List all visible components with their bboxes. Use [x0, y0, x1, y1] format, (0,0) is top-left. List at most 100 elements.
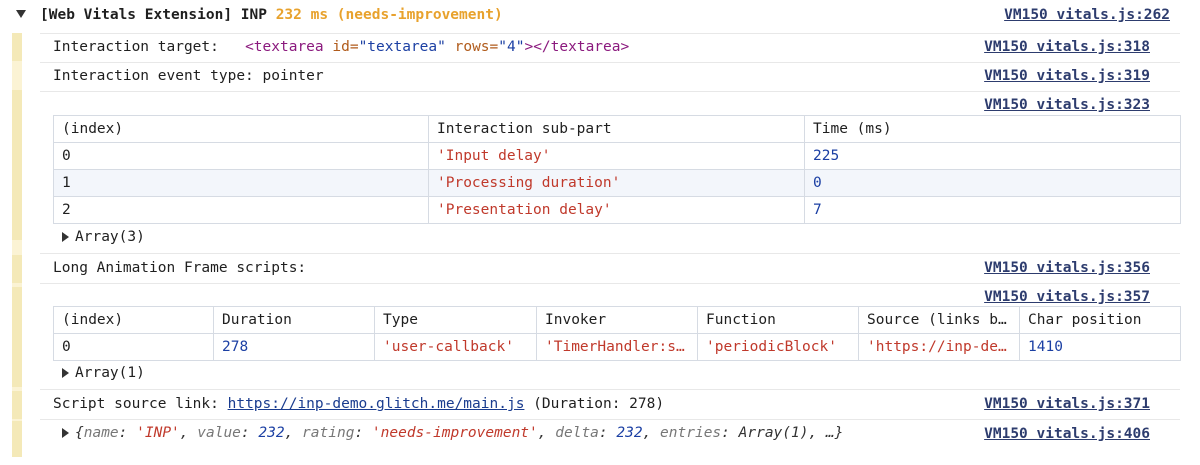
array-3-label: Array(3): [75, 229, 145, 245]
object-colon: :: [598, 425, 617, 441]
table-header-row: (index) Duration Type Invoker Function S…: [53, 306, 1181, 334]
object-comma: ,: [179, 425, 198, 441]
time-cell: 0: [804, 169, 1181, 197]
table-row: 2 'Presentation delay' 7: [53, 196, 1181, 224]
source-link-406[interactable]: VM150 vitals.js:406: [984, 426, 1150, 442]
object-colon: :: [118, 425, 137, 441]
object-key: entries: [660, 425, 722, 441]
table-row: 0 'Input delay' 225: [53, 142, 1181, 170]
gutter-segment: [12, 90, 22, 240]
log-row-interaction-target: Interaction target: <textarea id="textar…: [40, 33, 1180, 62]
column-header[interactable]: Interaction sub-part: [428, 115, 805, 143]
column-header[interactable]: (index): [53, 115, 429, 143]
log-row-event-type: Interaction event type: pointer VM150 vi…: [40, 62, 1180, 91]
index-cell: 0: [53, 333, 214, 361]
subpart-cell: 'Input delay': [428, 142, 805, 170]
char-position-cell: 1410: [1019, 333, 1181, 361]
source-link-371[interactable]: VM150 vitals.js:371: [984, 396, 1150, 412]
object-value: Array(1), …}: [738, 425, 844, 441]
table-header-row: (index) Interaction sub-part Time (ms): [53, 115, 1181, 143]
devtools-console: [Web Vitals Extension] INP 232 ms (needs…: [0, 0, 1200, 465]
gutter-segment: [12, 391, 22, 419]
script-source-url-link[interactable]: https://inp-demo.glitch.me/main.js: [228, 396, 525, 412]
object-comma: ,: [642, 425, 661, 441]
table-row: 1 'Processing duration' 0: [53, 169, 1181, 197]
column-header[interactable]: Type: [374, 306, 537, 334]
collapsed-triangle-icon[interactable]: [62, 232, 69, 242]
group-title-prefix: [Web Vitals Extension] INP: [40, 7, 276, 23]
column-header[interactable]: Invoker: [536, 306, 698, 334]
index-cell: 0: [53, 142, 429, 170]
event-type-text: Interaction event type: pointer: [53, 68, 324, 84]
source-link-357[interactable]: VM150 vitals.js:357: [984, 289, 1150, 305]
source-cell: 'https://inp-de…: [858, 333, 1020, 361]
object-comma: ,: [537, 425, 556, 441]
object-value: 232: [616, 425, 643, 441]
object-key: value: [197, 425, 241, 441]
object-value: 'needs-improvement': [371, 425, 538, 441]
object-value: 'INP': [136, 425, 180, 441]
source-link-323[interactable]: VM150 vitals.js:323: [984, 97, 1150, 113]
duration-cell: 278: [213, 333, 375, 361]
source-link-356[interactable]: VM150 vitals.js:356: [984, 260, 1150, 276]
table-row: 0 278 'user-callback' 'TimerHandler:s… '…: [53, 333, 1181, 361]
object-colon: :: [240, 425, 259, 441]
object-colon: :: [721, 425, 739, 441]
script-source-label: Script source link:: [53, 396, 228, 412]
subpart-cell: 'Processing duration': [428, 169, 805, 197]
object-open-brace: {: [75, 425, 84, 441]
gutter-segment: [12, 287, 22, 387]
object-key: name: [83, 425, 119, 441]
inp-value: 232 ms (needs-improvement): [275, 7, 503, 23]
object-colon: :: [354, 425, 372, 441]
console-group-header[interactable]: [Web Vitals Extension] INP 232 ms (needs…: [0, 0, 1200, 33]
attr-rows-value: "4": [498, 39, 525, 55]
subpart-cell: 'Presentation delay': [428, 196, 805, 224]
column-header[interactable]: Duration: [213, 306, 375, 334]
object-comma: ,: [284, 425, 303, 441]
source-link-318[interactable]: VM150 vitals.js:318: [984, 39, 1150, 55]
index-cell: 1: [53, 169, 429, 197]
script-duration: (Duration: 278): [524, 396, 665, 412]
gutter-segment: [12, 421, 22, 457]
expanded-triangle-icon[interactable]: [16, 10, 26, 18]
group-title: [Web Vitals Extension] INP 232 ms (needs…: [40, 7, 503, 23]
array-1-toggle[interactable]: Array(1): [62, 365, 145, 381]
html-tag-open[interactable]: <textarea: [245, 39, 324, 55]
function-cell: 'periodicBlock': [697, 333, 859, 361]
object-key: rating: [302, 425, 355, 441]
loaf-scripts-table: (index) Duration Type Invoker Function S…: [53, 306, 1181, 361]
collapsed-triangle-icon[interactable]: [62, 428, 69, 438]
interaction-subparts-table: (index) Interaction sub-part Time (ms) 0…: [53, 115, 1181, 224]
column-header[interactable]: Char position: [1019, 306, 1181, 334]
attr-id-value: "textarea": [358, 39, 446, 55]
array-3-toggle[interactable]: Array(3): [62, 229, 145, 245]
script-source-text: Script source link: https://inp-demo.gli…: [53, 396, 664, 412]
column-header[interactable]: Function: [697, 306, 859, 334]
collapsed-triangle-icon[interactable]: [62, 368, 69, 378]
index-cell: 2: [53, 196, 429, 224]
html-tag-close: ></textarea>: [524, 39, 630, 55]
type-cell: 'user-callback': [374, 333, 537, 361]
column-header[interactable]: (index): [53, 306, 214, 334]
log-row-loaf: Long Animation Frame scripts: VM150 vita…: [40, 253, 1180, 283]
loaf-text: Long Animation Frame scripts:: [53, 260, 307, 276]
column-header[interactable]: Time (ms): [804, 115, 1181, 143]
invoker-cell: 'TimerHandler:s…: [536, 333, 698, 361]
source-link-262[interactable]: VM150 vitals.js:262: [1004, 7, 1170, 23]
time-cell: 225: [804, 142, 1181, 170]
object-preview[interactable]: { name: 'INP', value: 232, rating: 'need…: [62, 425, 843, 441]
log-row-script-source: Script source link: https://inp-demo.gli…: [40, 389, 1180, 419]
interaction-target-label: Interaction target:: [53, 39, 246, 55]
interaction-target-text: Interaction target: <textarea id="textar…: [53, 39, 629, 55]
attr-rows-name: rows=: [445, 39, 499, 55]
time-cell: 7: [804, 196, 1181, 224]
attr-id-name: id=: [323, 39, 359, 55]
source-link-319[interactable]: VM150 vitals.js:319: [984, 68, 1150, 84]
object-value: 232: [258, 425, 285, 441]
gutter-segment: [12, 33, 22, 61]
gutter-segment: [12, 255, 22, 283]
object-key: delta: [555, 425, 599, 441]
array-1-label: Array(1): [75, 365, 145, 381]
column-header[interactable]: Source (links b…: [858, 306, 1020, 334]
